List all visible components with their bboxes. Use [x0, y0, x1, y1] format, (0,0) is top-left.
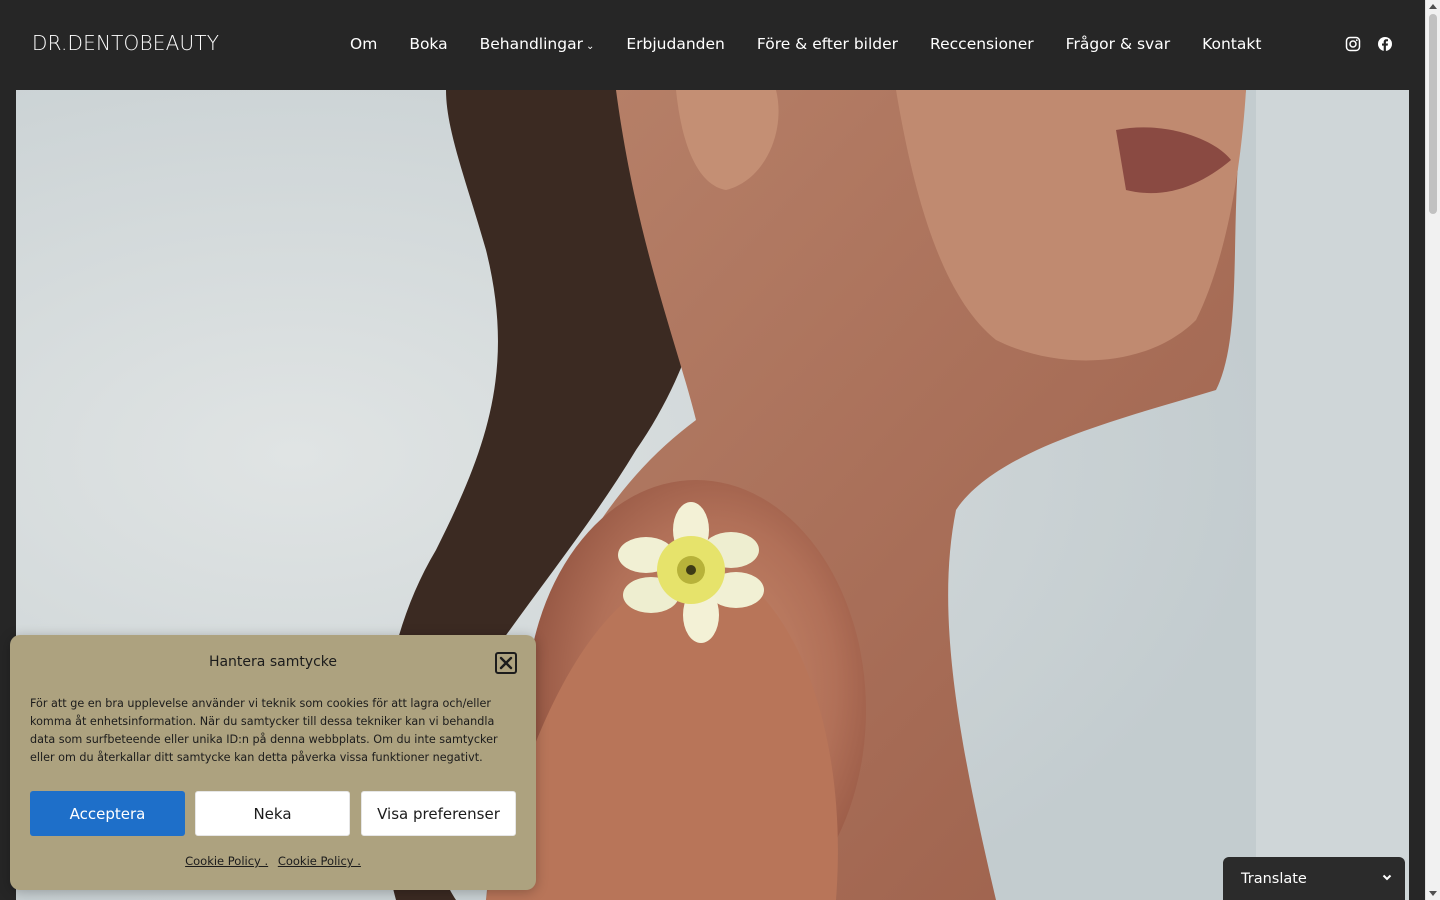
nav-item-erbjudanden[interactable]: Erbjudanden: [610, 33, 741, 55]
nav-item-fore-efter[interactable]: Före & efter bilder: [741, 33, 914, 55]
accept-button[interactable]: Acceptera: [30, 791, 185, 836]
cookie-consent-dialog: Hantera samtycke För att ge en bra upple…: [10, 635, 536, 890]
nav-item-label: Boka: [409, 35, 448, 53]
instagram-icon[interactable]: [1345, 36, 1361, 52]
scroll-up-arrow[interactable]: [1429, 4, 1437, 9]
close-icon: [499, 656, 513, 670]
nav-item-boka[interactable]: Boka: [393, 33, 463, 55]
nav-item-label: Före & efter bilder: [756, 35, 899, 53]
nav-item-label: Kontakt: [1202, 35, 1262, 53]
cookie-dialog-text: För att ge en bra upplevelse använder vi…: [30, 697, 498, 764]
page-scrollbar[interactable]: [1425, 0, 1440, 900]
nav-item-label: Behandlingar: [479, 35, 583, 53]
nav-item-om[interactable]: Om: [334, 33, 393, 55]
deny-button[interactable]: Neka: [195, 791, 350, 836]
nav-item-fragor-svar[interactable]: Frågor & svar: [1050, 33, 1186, 55]
nav-item-kontakt[interactable]: Kontakt: [1186, 33, 1277, 55]
cookie-policy-links: Cookie Policy . Cookie Policy .: [10, 854, 536, 868]
preferences-button[interactable]: Visa preferenser: [361, 791, 516, 836]
nav-item-behandlingar[interactable]: Behandlingar ⌄: [464, 33, 611, 55]
nav-item-label: Om: [350, 35, 378, 53]
chevron-down-icon: [1382, 874, 1392, 881]
chevron-down-icon: ⌄: [585, 40, 595, 52]
translate-widget[interactable]: Translate: [1223, 857, 1405, 900]
nav-item-label: Reccensioner: [930, 35, 1034, 53]
main-nav: Om Boka Behandlingar ⌄ Erbjudanden Före &…: [334, 33, 1277, 55]
cookie-dialog-title: Hantera samtycke: [208, 654, 338, 670]
cookie-policy-link[interactable]: Cookie Policy .: [185, 854, 268, 868]
close-button[interactable]: [495, 652, 517, 674]
cookie-policy-link[interactable]: Cookie Policy .: [278, 854, 361, 868]
facebook-icon[interactable]: [1377, 36, 1393, 52]
translate-label: Translate: [1241, 870, 1307, 887]
scroll-thumb[interactable]: [1429, 14, 1437, 214]
scroll-down-arrow[interactable]: [1429, 891, 1437, 896]
nav-item-label: Frågor & svar: [1065, 35, 1171, 53]
nav-item-reccensioner[interactable]: Reccensioner: [914, 33, 1050, 55]
nav-item-label: Erbjudanden: [626, 35, 725, 53]
site-header: DR.DENTOBEAUTY Om Boka Behandlingar ⌄ Erb…: [0, 0, 1425, 90]
site-logo[interactable]: DR.DENTOBEAUTY: [32, 31, 219, 55]
